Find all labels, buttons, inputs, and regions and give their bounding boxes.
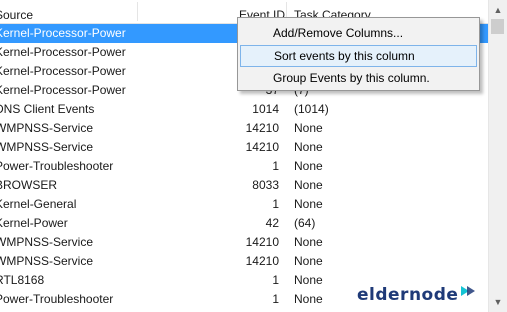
table-row[interactable]: WMPNSS-Service 14210 None: [0, 138, 488, 157]
table-row[interactable]: Kernel-General 1 None: [0, 195, 488, 214]
cell-source: Kernel-Processor-Power: [0, 45, 126, 59]
eldernode-logo: eldernode: [357, 283, 476, 307]
cell-task-category: None: [294, 197, 323, 211]
cell-source: WMPNSS-Service: [0, 121, 94, 135]
logo-arrow-icon: [461, 286, 476, 296]
table-row[interactable]: BROWSER 8033 None: [0, 176, 488, 195]
cell-source: BROWSER: [0, 178, 58, 192]
cell-event-id: 14210: [245, 121, 279, 135]
vertical-scrollbar[interactable]: ▲ ▼: [488, 0, 507, 312]
scroll-up-arrow-icon[interactable]: ▲: [489, 1, 507, 18]
table-row[interactable]: WMPNSS-Service 14210 None: [0, 233, 488, 252]
table-row[interactable]: Kernel-Power 42 (64): [0, 214, 488, 233]
cell-event-id: 1: [272, 197, 279, 211]
cell-task-category: (1014): [294, 102, 329, 116]
table-row[interactable]: WMPNSS-Service 14210 None: [0, 119, 488, 138]
cell-source: DNS Client Events: [0, 102, 95, 116]
table-row[interactable]: WMPNSS-Service 14210 None: [0, 252, 488, 271]
cell-event-id: 1: [272, 159, 279, 173]
table-row[interactable]: Power-Troubleshooter 1 None: [0, 157, 488, 176]
cell-source: WMPNSS-Service: [0, 235, 94, 249]
cell-source: Kernel-Processor-Power: [0, 83, 126, 97]
scroll-down-arrow-icon[interactable]: ▼: [489, 293, 507, 310]
cell-source: Kernel-Processor-Power: [0, 64, 126, 78]
menu-item-group-events[interactable]: Group Events by this column.: [240, 67, 477, 89]
cell-source: RTL8168: [0, 273, 45, 287]
cell-event-id: 14210: [245, 254, 279, 268]
menu-item-add-remove-columns[interactable]: Add/Remove Columns...: [240, 22, 477, 44]
cell-event-id: 42: [265, 216, 279, 230]
cell-event-id: 8033: [252, 178, 279, 192]
cell-event-id: 14210: [245, 140, 279, 154]
cell-task-category: None: [294, 273, 323, 287]
column-context-menu: Add/Remove Columns... Sort events by thi…: [237, 17, 480, 91]
cell-task-category: None: [294, 235, 323, 249]
table-row[interactable]: DNS Client Events 1014 (1014): [0, 100, 488, 119]
cell-task-category: None: [294, 121, 323, 135]
cell-task-category: None: [294, 292, 323, 306]
cell-task-category: None: [294, 140, 323, 154]
column-divider[interactable]: [137, 2, 138, 21]
cell-task-category: (64): [294, 216, 316, 230]
cell-source: Power-Troubleshooter: [0, 292, 114, 306]
cell-event-id: 1: [272, 292, 279, 306]
cell-source: Kernel-Power: [0, 216, 68, 230]
cell-source: WMPNSS-Service: [0, 254, 94, 268]
cell-task-category: None: [294, 178, 323, 192]
cell-source: Kernel-General: [0, 197, 77, 211]
cell-task-category: None: [294, 159, 323, 173]
logo-text: eldernode: [357, 285, 459, 305]
cell-event-id: 1014: [252, 102, 279, 116]
cell-task-category: None: [294, 254, 323, 268]
cell-event-id: 1: [272, 273, 279, 287]
cell-event-id: 14210: [245, 235, 279, 249]
cell-source: Kernel-Processor-Power: [0, 26, 126, 40]
scrollbar-thumb[interactable]: [491, 19, 504, 34]
cell-source: WMPNSS-Service: [0, 140, 94, 154]
menu-item-sort-events[interactable]: Sort events by this column: [240, 45, 477, 67]
column-header-source[interactable]: Source: [0, 0, 33, 23]
cell-source: Power-Troubleshooter: [0, 159, 114, 173]
